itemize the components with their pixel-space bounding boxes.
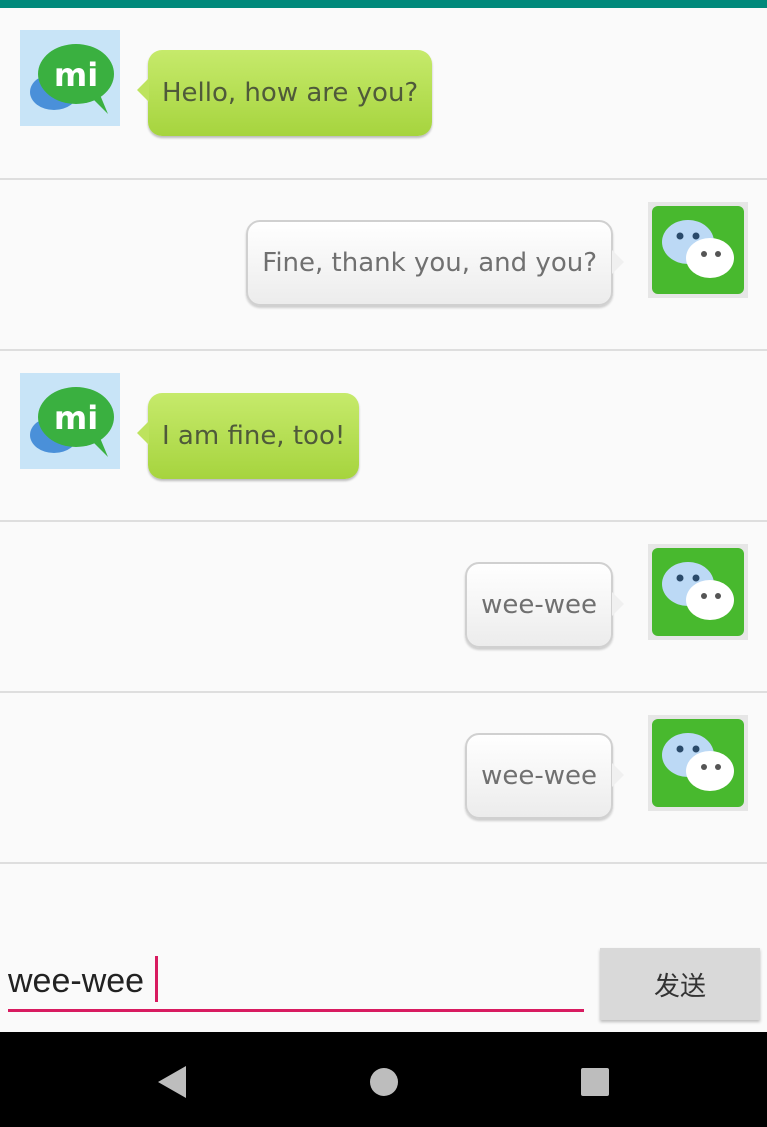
message-row-received: mi I am fine, too! <box>0 351 767 522</box>
wechat-icon <box>648 544 748 640</box>
wechat-icon <box>648 202 748 298</box>
wechat-icon <box>648 715 748 811</box>
mi-chat-icon: mi <box>20 373 120 469</box>
text-cursor <box>155 956 158 1002</box>
message-input[interactable] <box>8 954 584 1012</box>
svg-text:mi: mi <box>54 399 98 437</box>
home-icon[interactable] <box>364 1062 404 1102</box>
back-icon[interactable] <box>152 1062 192 1102</box>
mi-chat-icon: mi <box>20 30 120 126</box>
message-bubble-sent[interactable]: wee-wee <box>465 733 624 819</box>
message-row-sent: Fine, thank you, and you? <box>0 180 767 351</box>
message-bubble-sent[interactable]: wee-wee <box>465 562 624 648</box>
top-accent-bar <box>0 0 767 8</box>
send-button[interactable]: 发送 <box>600 948 760 1020</box>
message-composer: 发送 <box>0 940 767 1032</box>
message-bubble-received[interactable]: I am fine, too! <box>136 393 360 479</box>
message-row-sent: wee-wee <box>0 693 767 864</box>
recent-apps-icon[interactable] <box>575 1062 615 1102</box>
message-row-received: mi Hello, how are you? <box>0 8 767 180</box>
message-row-sent: wee-wee <box>0 522 767 693</box>
chat-message-list[interactable]: mi Hello, how are you? Fine, thank you, … <box>0 8 767 864</box>
message-bubble-sent[interactable]: Fine, thank you, and you? <box>246 220 624 306</box>
svg-text:mi: mi <box>54 56 98 94</box>
message-bubble-received[interactable]: Hello, how are you? <box>136 50 433 136</box>
system-navigation-bar <box>0 1032 767 1127</box>
